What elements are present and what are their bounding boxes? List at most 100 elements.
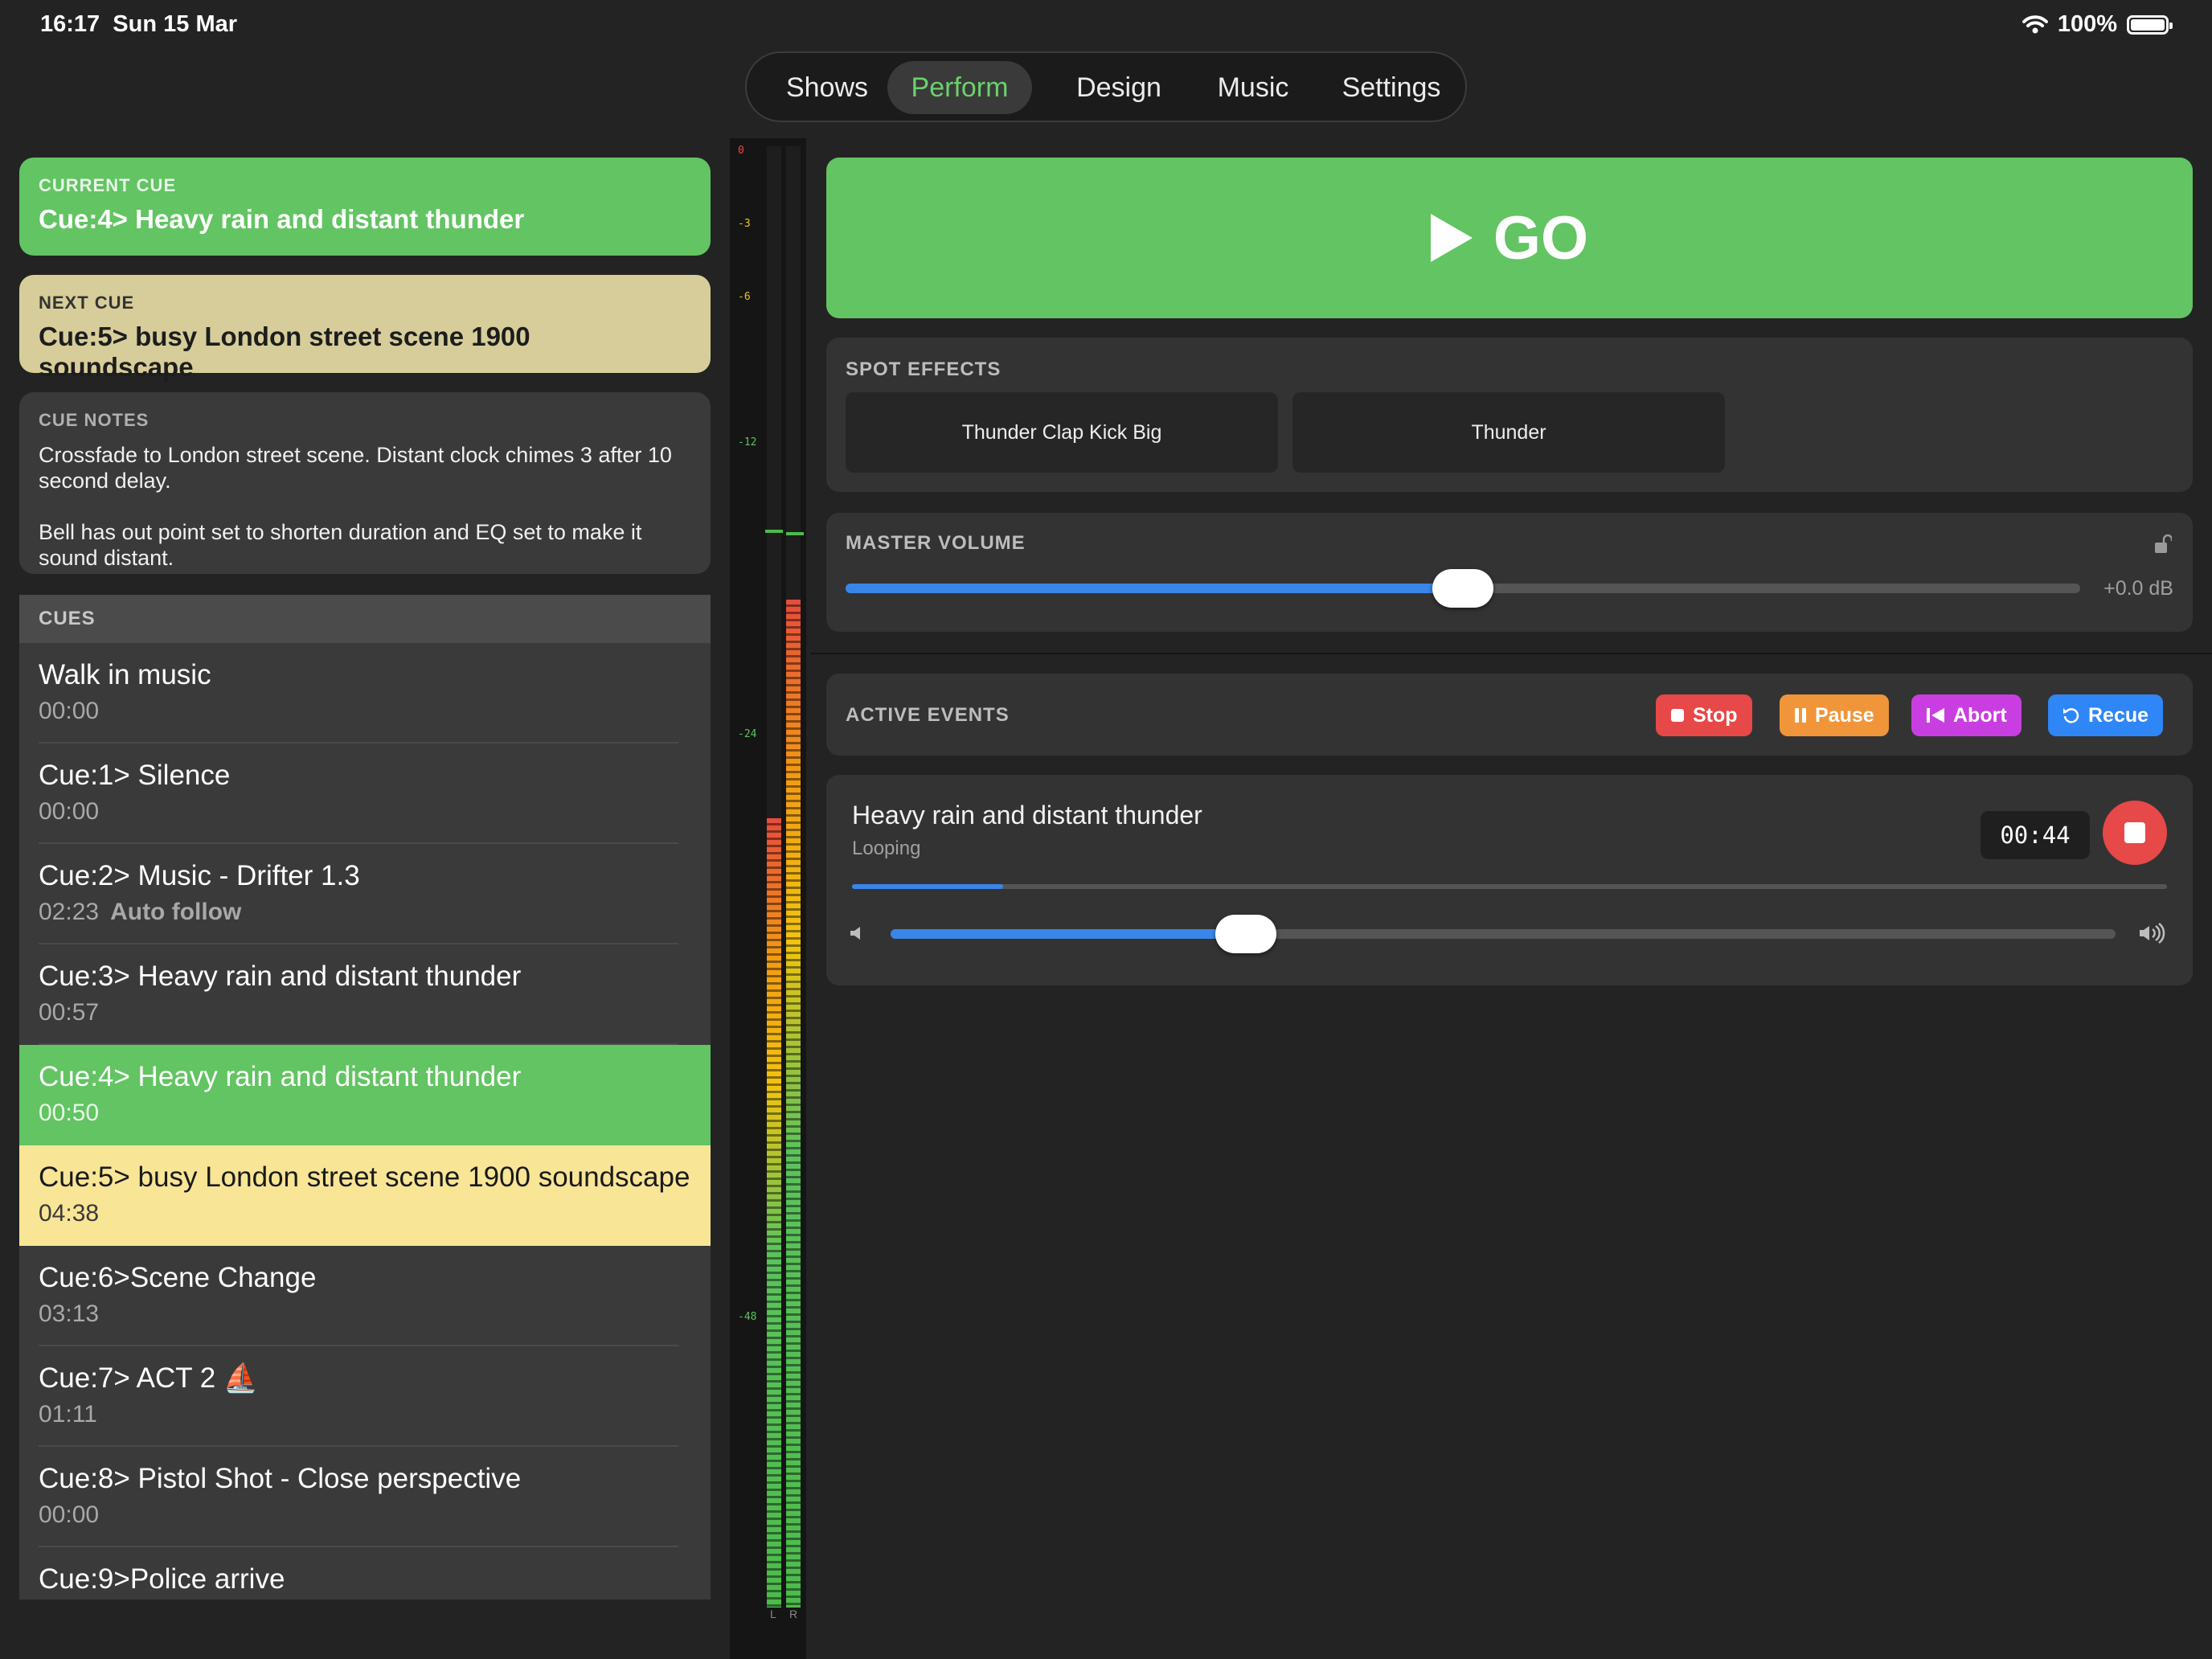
unlock-icon[interactable] <box>2154 534 2172 555</box>
tab-design[interactable]: Design <box>1059 61 1179 114</box>
cue-duration: 03:13 <box>39 1301 100 1327</box>
master-volume-db: +0.0 dB <box>2103 577 2173 600</box>
cue-duration: 00:00 <box>39 1501 100 1528</box>
cue-row[interactable]: Cue:6>Scene Change 03:13 <box>19 1246 711 1346</box>
spot-effects-panel: SPOT EFFECTS Thunder Clap Kick Big Thund… <box>826 338 2193 492</box>
tab-perform[interactable]: Perform <box>887 61 1032 114</box>
cue-duration-line: 01:11 <box>39 1401 691 1428</box>
spot-effect-button[interactable]: Thunder <box>1292 392 1725 473</box>
rewind-circle-icon <box>2063 708 2079 723</box>
cue-row-current[interactable]: Cue:4> Heavy rain and distant thunder 00… <box>19 1045 711 1145</box>
event-progress-fill <box>852 884 1004 889</box>
level-meter: 0 -3 -6 -12 -24 -48 L R <box>730 138 806 1659</box>
cue-duration-line: 00:00 <box>39 798 691 825</box>
cue-row[interactable]: Cue:3> Heavy rain and distant thunder 00… <box>19 944 711 1045</box>
master-volume-panel: MASTER VOLUME +0.0 dB <box>826 513 2193 632</box>
meter-label-right: R <box>789 1608 798 1620</box>
recue-label: Recue <box>2088 703 2149 727</box>
event-progress-bar[interactable] <box>852 884 2167 889</box>
meter-fill-left <box>767 818 781 1608</box>
event-status: Looping <box>852 838 921 859</box>
tab-settings[interactable]: Settings <box>1324 61 1459 114</box>
cue-duration: 00:00 <box>39 698 100 724</box>
cue-notes-text: Crossfade to London street scene. Distan… <box>39 443 672 570</box>
meter-tick: -24 <box>738 728 757 740</box>
go-label: GO <box>1493 203 1589 272</box>
next-cue-value: Cue:5> busy London street scene 1900 sou… <box>39 322 530 382</box>
cue-title: Cue:9>Police arrive <box>39 1563 285 1595</box>
cue-title: Cue:4> Heavy rain and distant thunder <box>39 1061 522 1092</box>
cue-row[interactable]: Cue:8> Pistol Shot - Close perspective 0… <box>19 1447 711 1547</box>
cue-duration: 04:38 <box>39 1200 100 1227</box>
event-volume-knob[interactable] <box>1215 915 1276 953</box>
cue-duration-line: 00:00 <box>39 698 691 725</box>
auto-follow-tag: Auto follow <box>110 899 242 925</box>
cue-row[interactable]: Cue:1> Silence 00:00 <box>19 743 711 844</box>
clock-date: Sun 15 Mar <box>113 11 238 37</box>
meter-peak-right <box>786 532 804 535</box>
spot-effect-button[interactable]: Thunder Clap Kick Big <box>846 392 1278 473</box>
event-stop-button[interactable] <box>2103 801 2167 865</box>
cue-title: Cue:2> Music - Drifter 1.3 <box>39 860 360 891</box>
volume-high-icon <box>2140 923 2165 944</box>
stop-all-button[interactable]: Stop <box>1656 694 1752 736</box>
event-time: 00:44 <box>1981 811 2090 859</box>
master-volume-knob[interactable] <box>1432 569 1493 608</box>
cue-duration: 01:11 <box>39 1401 97 1428</box>
current-cue-label: CURRENT CUE <box>39 175 177 195</box>
active-event-card: Heavy rain and distant thunder Looping 0… <box>826 775 2193 985</box>
cue-duration: 02:23 <box>39 899 100 925</box>
master-volume-fill <box>846 584 1463 593</box>
cue-list-header: CUES <box>19 595 711 643</box>
cue-row[interactable]: Cue:2> Music - Drifter 1.3 02:23 Auto fol… <box>19 844 711 944</box>
clock-time: 16:17 <box>40 11 100 37</box>
pause-all-button[interactable]: Pause <box>1780 694 1889 736</box>
meter-channel-left <box>767 146 781 1608</box>
current-cue-value: Cue:4> Heavy rain and distant thunder <box>39 204 525 234</box>
status-indicators: 100% <box>2022 11 2173 38</box>
meter-tick: -12 <box>738 436 757 449</box>
event-volume-slider[interactable] <box>891 915 2116 953</box>
meter-tick: -3 <box>738 218 751 230</box>
cue-title: Cue:5> busy London street scene 1900 sou… <box>39 1161 690 1193</box>
spot-effects-label: SPOT EFFECTS <box>846 358 1002 380</box>
cue-list[interactable]: CUES Walk in music 00:00 Cue:1> Silence … <box>19 595 711 1600</box>
battery-percent: 100% <box>2057 11 2117 37</box>
cue-title: Cue:6>Scene Change <box>39 1262 317 1293</box>
cue-title: Walk in music <box>39 659 211 690</box>
section-divider <box>810 653 2212 654</box>
master-volume-slider[interactable] <box>846 569 2080 608</box>
meter-peak-left <box>765 530 783 533</box>
wifi-icon <box>2022 14 2048 33</box>
stop-icon <box>1671 709 1684 722</box>
cue-duration: 00:50 <box>39 1100 100 1126</box>
event-volume-fill <box>891 929 1246 939</box>
cue-duration-line: 04:38 <box>39 1200 691 1227</box>
cue-notes-card[interactable]: CUE NOTES Crossfade to London street sce… <box>19 392 711 574</box>
cue-notes-label: CUE NOTES <box>39 410 150 430</box>
cue-duration-line: 00:50 <box>39 1100 691 1127</box>
cue-row[interactable]: Walk in music 00:00 <box>19 643 711 743</box>
cue-row-next[interactable]: Cue:5> busy London street scene 1900 sou… <box>19 1145 711 1246</box>
abort-button[interactable]: Abort <box>1911 694 2022 736</box>
cue-title: Cue:3> Heavy rain and distant thunder <box>39 961 522 992</box>
pause-label: Pause <box>1815 703 1874 727</box>
play-icon <box>1430 214 1473 262</box>
meter-tick: -6 <box>738 291 751 303</box>
cue-duration: 00:57 <box>39 999 100 1026</box>
skip-back-icon <box>1927 708 1944 723</box>
current-cue-card: CURRENT CUE Cue:4> Heavy rain and distan… <box>19 158 711 256</box>
cue-row[interactable]: Cue:9>Police arrive <box>19 1547 711 1600</box>
next-cue-card: NEXT CUE Cue:5> busy London street scene… <box>19 275 711 382</box>
cue-duration-line: 02:23 Auto follow <box>39 899 691 926</box>
cue-duration-line: 03:13 <box>39 1301 691 1328</box>
cue-duration: 00:00 <box>39 798 100 825</box>
cue-title: Cue:7> ACT 2 ⛵ <box>39 1362 259 1394</box>
battery-icon <box>2127 14 2173 35</box>
go-button[interactable]: GO <box>826 158 2193 318</box>
cue-row[interactable]: Cue:7> ACT 2 ⛵ 01:11 <box>19 1346 711 1447</box>
recue-button[interactable]: Recue <box>2048 694 2164 736</box>
tab-music[interactable]: Music <box>1197 61 1309 114</box>
tab-shows[interactable]: Shows <box>763 61 891 114</box>
status-bar: 16:17 Sun 15 Mar 100% <box>0 0 2212 51</box>
